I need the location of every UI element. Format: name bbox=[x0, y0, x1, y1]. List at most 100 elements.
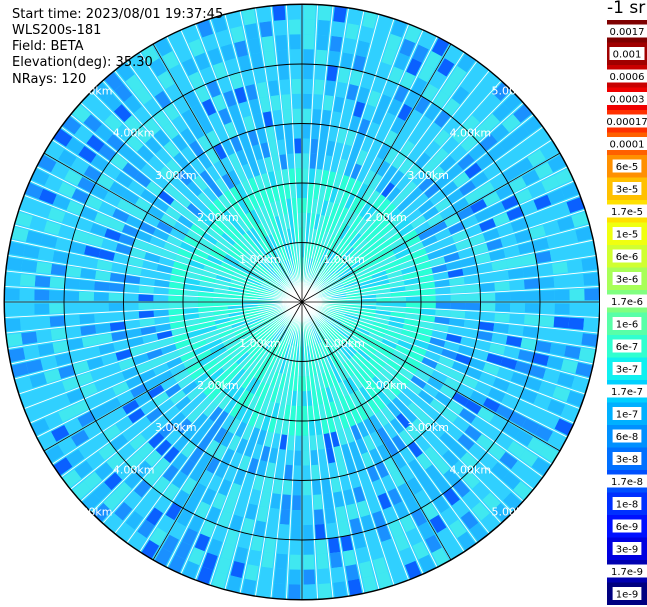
ray-gate-cell bbox=[261, 552, 275, 569]
ray-gate-cell bbox=[49, 290, 65, 301]
ray-gate-cell bbox=[303, 108, 311, 124]
colorbar-tick-label: 3e-7 bbox=[616, 364, 639, 375]
ray-gate-cell bbox=[450, 294, 466, 302]
ray-gate-cell bbox=[281, 494, 291, 510]
ray-gate-cell bbox=[293, 108, 301, 124]
ray-gate-cell bbox=[568, 317, 585, 330]
ray-gate-cell bbox=[331, 21, 345, 38]
ray-gate-cell bbox=[183, 296, 198, 302]
ray-gate-cell bbox=[197, 297, 213, 302]
range-ring-label: 5.00km bbox=[71, 505, 113, 518]
ray-gate-cell bbox=[295, 420, 302, 436]
ray-gate-cell bbox=[318, 5, 332, 21]
ray-gate-cell bbox=[581, 257, 598, 271]
colorbar-tick-label: 0.001 bbox=[613, 49, 642, 60]
ray-gate-cell bbox=[314, 509, 324, 525]
ray-gate-cell bbox=[303, 584, 316, 600]
ray-gate-cell bbox=[400, 594, 418, 600]
ray-gate-cell bbox=[315, 524, 326, 540]
ray-gate-cell bbox=[272, 5, 286, 21]
colorbar-tick-label: 6e-8 bbox=[616, 432, 639, 443]
ppi-plot: 1.00km 1.00km 1.00km 1.00km 2.00km 2.00km 2.00… bbox=[3, 3, 600, 601]
ray-gate-cell bbox=[329, 552, 343, 569]
ray-gate-cell bbox=[4, 303, 20, 316]
ray-gate-cell bbox=[314, 79, 324, 95]
ray-gate-cell bbox=[500, 48, 520, 69]
ray-gate-cell bbox=[317, 19, 330, 36]
ray-gate-cell bbox=[49, 315, 66, 327]
ray-gate-cell bbox=[6, 257, 23, 271]
ray-gate-cell bbox=[153, 295, 169, 302]
range-ring-label: 1.00km bbox=[323, 337, 365, 350]
ray-gate-cell bbox=[123, 293, 139, 301]
colorbar-tick-label: 1.7e-5 bbox=[611, 207, 643, 218]
colorbar-tick-label: 1.7e-6 bbox=[611, 297, 643, 308]
ray-gate-cell bbox=[333, 6, 347, 23]
ray-gate-cell bbox=[584, 288, 600, 301]
ray-gate-cell bbox=[406, 296, 421, 302]
ray-gate-cell bbox=[303, 34, 315, 50]
ray-gate-cell bbox=[4, 186, 10, 204]
ray-gate-cell bbox=[545, 97, 566, 117]
ray-gate-cell bbox=[170, 588, 189, 600]
ray-gate-cell bbox=[197, 302, 213, 307]
ray-gate-cell bbox=[303, 93, 312, 109]
ray-gate-cell bbox=[4, 415, 16, 434]
ray-gate-cell bbox=[415, 4, 434, 16]
ray-gate-cell bbox=[391, 297, 407, 302]
ray-gate-cell bbox=[123, 303, 139, 311]
ray-gate-cell bbox=[303, 64, 313, 80]
ray-gate-cell bbox=[312, 109, 322, 125]
ray-gate-cell bbox=[329, 35, 343, 52]
ray-gate-cell bbox=[295, 168, 302, 184]
ray-gate-cell bbox=[288, 19, 301, 35]
ray-gate-cell bbox=[138, 302, 154, 310]
ray-gate-cell bbox=[555, 473, 576, 493]
ray-gate-cell bbox=[435, 302, 451, 309]
ray-gate-cell bbox=[500, 535, 520, 556]
ray-gate-cell bbox=[295, 435, 302, 451]
range-ring-label: 3.00km bbox=[155, 169, 197, 182]
ray-gate-cell bbox=[480, 293, 496, 301]
colorbar-tick-label: 6e-5 bbox=[616, 162, 639, 173]
ray-gate-cell bbox=[155, 581, 174, 600]
ray-gate-cell bbox=[296, 183, 302, 198]
range-ring-label: 3.00km bbox=[407, 169, 449, 182]
ray-gate-cell bbox=[384, 599, 402, 600]
ray-gate-cell bbox=[272, 583, 286, 599]
ray-gate-cell bbox=[420, 302, 436, 309]
ray-gate-cell bbox=[313, 94, 323, 110]
elevation-label: Elevation(deg): 35.30 bbox=[12, 55, 153, 70]
ray-gate-cell bbox=[430, 581, 449, 600]
ray-gate-cell bbox=[202, 4, 220, 5]
ray-gate-cell bbox=[524, 315, 540, 326]
ray-gate-cell bbox=[568, 274, 585, 287]
ray-gate-cell bbox=[594, 400, 600, 418]
ray-gate-cell bbox=[72, 524, 92, 544]
ray-gate-cell bbox=[302, 197, 307, 213]
ray-gate-cell bbox=[274, 568, 287, 585]
ray-gate-cell bbox=[28, 111, 49, 131]
ray-gate-cell bbox=[552, 329, 569, 343]
ray-gate-cell bbox=[183, 302, 198, 308]
colorbar-tick-label: 6e-7 bbox=[616, 342, 639, 353]
ray-gate-cell bbox=[257, 6, 271, 23]
ray-gate-cell bbox=[565, 125, 585, 145]
ray-gate-cell bbox=[35, 261, 52, 275]
ray-gate-cell bbox=[573, 140, 593, 159]
ray-gate-cell bbox=[302, 435, 309, 451]
colorbar-tick-label: 1e-8 bbox=[616, 499, 639, 510]
ray-gate-cell bbox=[259, 566, 273, 583]
ray-gate-cell bbox=[302, 183, 308, 198]
ray-gate-cell bbox=[303, 495, 312, 511]
ppi-figure: 1.00km 1.00km 1.00km 1.00km 2.00km 2.00km 2.00… bbox=[0, 0, 647, 607]
ray-gate-cell bbox=[318, 583, 332, 599]
ray-gate-cell bbox=[315, 64, 326, 80]
ray-gate-cell bbox=[4, 155, 23, 174]
ray-gate-cell bbox=[19, 125, 39, 145]
colorbar-tick-label: 0.0017 bbox=[610, 27, 645, 38]
ray-gate-cell bbox=[6, 333, 23, 347]
range-ring-label: 3.00km bbox=[407, 421, 449, 434]
ray-gate-cell bbox=[153, 302, 169, 309]
ray-gate-cell bbox=[19, 274, 36, 287]
